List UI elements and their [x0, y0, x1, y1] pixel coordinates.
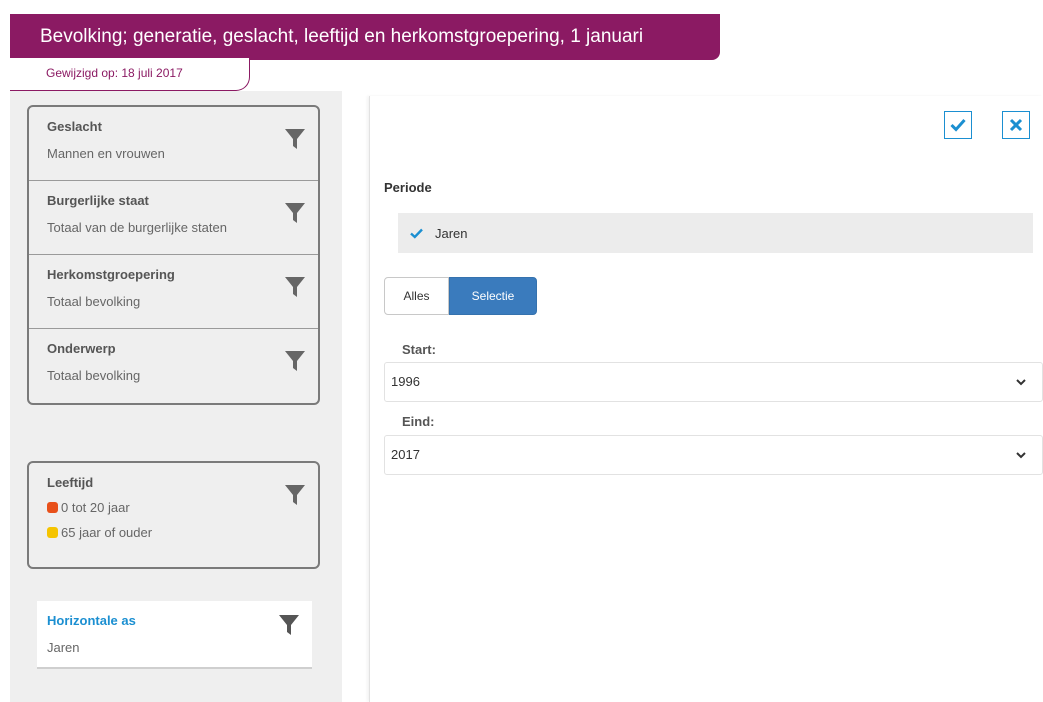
end-select[interactable]: 2017	[384, 435, 1043, 475]
filter-item-herkomstgroepering[interactable]: Herkomstgroepering Totaal bevolking	[29, 255, 318, 329]
start-label: Start:	[402, 342, 436, 357]
filter-icon[interactable]	[284, 201, 306, 225]
filter-title: Geslacht	[47, 119, 102, 134]
segment-selection-button[interactable]: Selectie	[449, 277, 537, 315]
chevron-down-icon	[1016, 452, 1026, 459]
legend-label: 65 jaar of ouder	[61, 525, 153, 540]
legend-swatch	[47, 527, 58, 538]
filter-item-burgerlijke-staat[interactable]: Burgerlijke staat Totaal van de burgerli…	[29, 181, 318, 255]
filter-icon[interactable]	[284, 483, 306, 507]
filter-value: Totaal bevolking	[47, 294, 141, 309]
start-select-value: 1996	[391, 374, 420, 389]
sidebar: Geslacht Mannen en vrouwen Burgerlijke s…	[10, 91, 342, 702]
axis-value: Jaren	[47, 640, 80, 655]
page: Bevolking; generatie, geslacht, leeftijd…	[0, 0, 1043, 702]
legend-item: 65 jaar of ouder	[47, 525, 318, 540]
period-label: Periode	[384, 180, 432, 195]
filter-group-dimensions: Geslacht Mannen en vrouwen Burgerlijke s…	[27, 105, 320, 405]
filter-item-onderwerp[interactable]: Onderwerp Totaal bevolking	[29, 329, 318, 403]
axis-title: Horizontale as	[47, 613, 136, 628]
filter-group-leeftijd: Leeftijd 0 tot 20 jaar 65 jaar of ouder	[27, 461, 320, 569]
filter-value: Totaal bevolking	[47, 368, 141, 383]
end-label: Eind:	[402, 414, 435, 429]
confirm-button[interactable]	[944, 111, 972, 139]
horizontal-axis-card[interactable]: Horizontale as Jaren	[37, 601, 312, 669]
filter-title: Leeftijd	[47, 475, 94, 490]
period-option-years[interactable]: Jaren	[398, 213, 1033, 253]
filter-icon[interactable]	[284, 127, 306, 151]
close-icon	[1009, 118, 1023, 132]
chevron-down-icon	[1016, 379, 1026, 386]
check-icon	[410, 228, 423, 239]
filter-item-geslacht[interactable]: Geslacht Mannen en vrouwen	[29, 107, 318, 181]
check-icon	[950, 118, 966, 132]
legend-label: 0 tot 20 jaar	[61, 500, 130, 515]
cancel-button[interactable]	[1002, 111, 1030, 139]
filter-value: Totaal van de burgerlijke staten	[47, 220, 227, 235]
period-option-label: Jaren	[435, 225, 468, 241]
end-select-value: 2017	[391, 447, 420, 462]
filter-icon[interactable]	[284, 349, 306, 373]
filter-icon[interactable]	[278, 613, 300, 637]
filter-title: Burgerlijke staat	[47, 193, 149, 208]
page-title: Bevolking; generatie, geslacht, leeftijd…	[10, 14, 720, 60]
filter-title: Onderwerp	[47, 341, 116, 356]
filter-value: Mannen en vrouwen	[47, 146, 165, 161]
filter-item-leeftijd[interactable]: Leeftijd 0 tot 20 jaar 65 jaar of ouder	[29, 463, 318, 567]
modified-date: Gewijzigd op: 18 juli 2017	[10, 58, 250, 91]
period-panel: Periode Jaren Alles Selectie Start: 1996…	[369, 96, 1043, 702]
legend-swatch	[47, 502, 58, 513]
start-select[interactable]: 1996	[384, 362, 1043, 402]
legend-item: 0 tot 20 jaar	[47, 500, 318, 515]
segment-all-button[interactable]: Alles	[384, 277, 449, 315]
filter-title: Herkomstgroepering	[47, 267, 175, 282]
filter-icon[interactable]	[284, 275, 306, 299]
